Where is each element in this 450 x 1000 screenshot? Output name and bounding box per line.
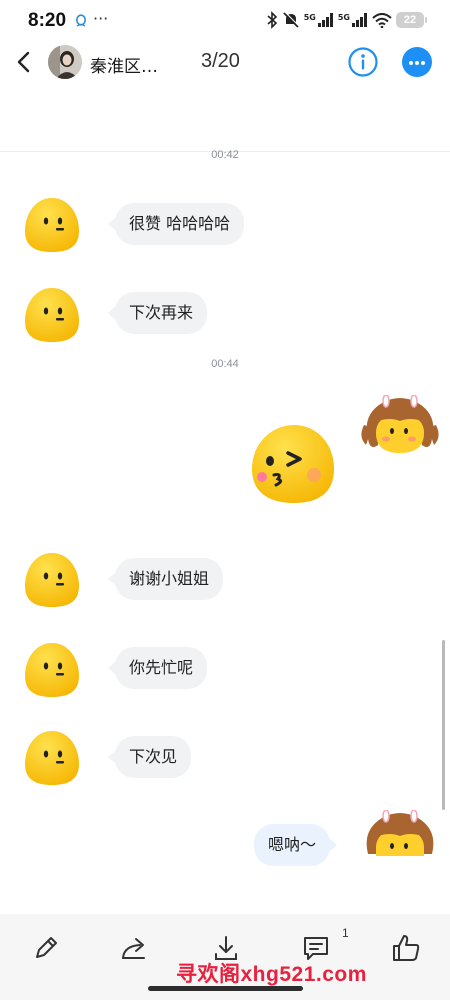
battery-icon: 22 bbox=[396, 12, 427, 28]
status-time: 8:20 bbox=[28, 10, 67, 31]
edit-icon[interactable] bbox=[30, 932, 62, 964]
sender-avatar[interactable] bbox=[22, 195, 82, 255]
self-avatar[interactable] bbox=[360, 395, 442, 457]
contact-avatar[interactable] bbox=[48, 45, 82, 79]
back-arrow-icon[interactable] bbox=[14, 50, 36, 74]
sender-avatar[interactable] bbox=[22, 728, 82, 788]
bluetooth-icon bbox=[267, 11, 277, 29]
status-overflow: ··· bbox=[93, 9, 109, 28]
comment-count: 1 bbox=[342, 926, 349, 940]
timestamp: 00:42 bbox=[211, 149, 239, 161]
message-bubble[interactable]: 很赞 哈哈哈哈 bbox=[107, 203, 245, 245]
qq-icon bbox=[76, 14, 86, 27]
info-icon[interactable] bbox=[347, 46, 379, 78]
sender-avatar[interactable] bbox=[22, 550, 82, 610]
timestamp: 00:44 bbox=[211, 358, 239, 370]
message-bubble[interactable]: 下次再来 bbox=[107, 292, 208, 334]
page-counter: 3/20 bbox=[201, 50, 240, 72]
signal-5g-2: 5G bbox=[338, 13, 368, 27]
sender-avatar[interactable] bbox=[22, 285, 82, 345]
message-bubble[interactable]: 你先忙呢 bbox=[107, 647, 208, 689]
wifi-icon bbox=[372, 12, 392, 28]
like-icon[interactable] bbox=[390, 932, 422, 964]
share-icon[interactable] bbox=[118, 932, 150, 964]
mute-icon bbox=[283, 11, 300, 28]
signal-icon bbox=[317, 13, 333, 27]
contact-name[interactable]: 秦淮区… bbox=[90, 52, 158, 77]
sender-avatar[interactable] bbox=[22, 640, 82, 700]
kiss-sticker[interactable] bbox=[248, 423, 338, 505]
scrollbar[interactable] bbox=[442, 640, 445, 810]
signal-5g-1: 5G bbox=[304, 13, 334, 27]
message-bubble[interactable]: 谢谢小姐姐 bbox=[107, 558, 224, 600]
message-bubble[interactable]: 下次见 bbox=[107, 736, 192, 778]
status-bar: 8:20 ··· 5G 5G 22 bbox=[0, 0, 450, 42]
message-bubble-self[interactable]: 嗯呐～ bbox=[254, 824, 338, 866]
signal-icon bbox=[352, 13, 367, 27]
self-avatar[interactable] bbox=[360, 810, 442, 856]
more-icon[interactable] bbox=[402, 47, 432, 77]
home-indicator[interactable] bbox=[148, 986, 303, 991]
watermark-text: 寻欢阁xhg521.com bbox=[176, 963, 367, 986]
chat-header: 秦淮区… 3/20 bbox=[0, 42, 450, 86]
